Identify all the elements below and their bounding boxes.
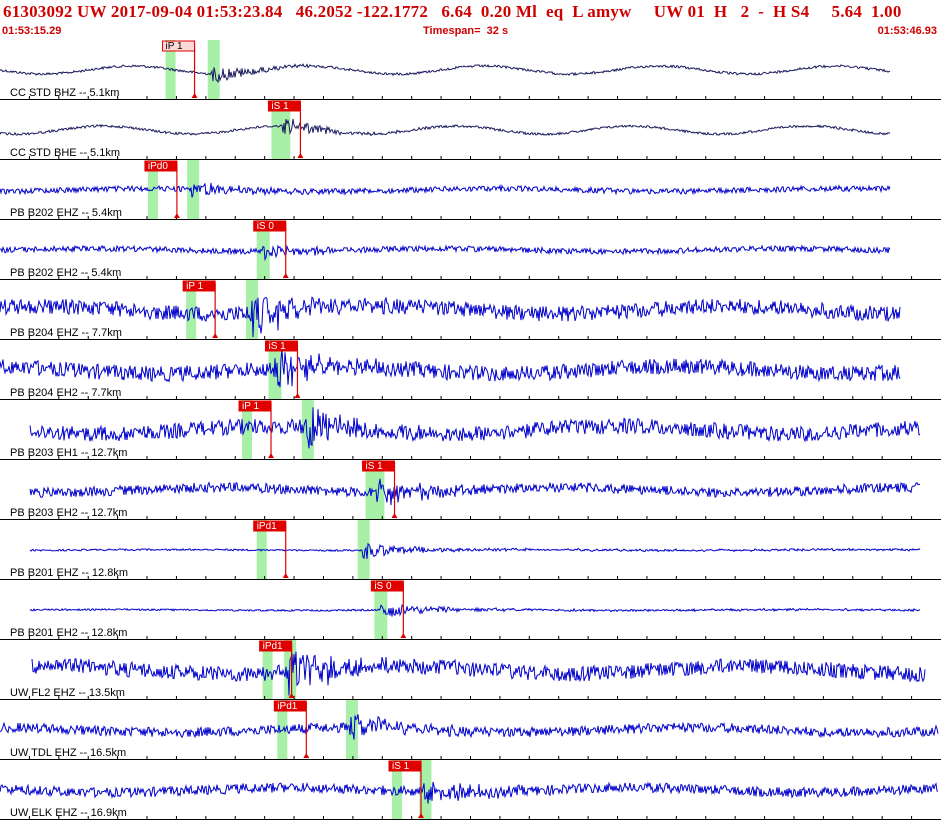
trace-label: CC STD BHE -- 5.1km xyxy=(10,147,120,159)
trace-row[interactable]: iS 1 CC STD BHE -- 5.1km xyxy=(0,100,941,160)
pick-label: iS 1 xyxy=(392,761,410,772)
trace-row[interactable]: iS 1 PB B203 EH2 -- 12.7km xyxy=(0,460,941,520)
pick-label: iPd1 xyxy=(277,701,297,712)
pick-label: iS 1 xyxy=(271,101,289,112)
trace-row[interactable]: iS 1 UW ELK EHZ -- 16.9km xyxy=(0,760,941,820)
trace-label: PB B202 EHZ -- 5.4km xyxy=(10,207,122,219)
start-time-label: 01:53:15.29 xyxy=(2,25,62,37)
pick-arrow-icon xyxy=(191,93,198,98)
trace-label: UW ELK EHZ -- 16.9km xyxy=(10,807,127,819)
end-time-label: 01:53:46.93 xyxy=(877,25,937,37)
trace-label: PB B202 EH2 -- 5.4km xyxy=(10,267,121,279)
trace-row[interactable]: iS 0 PB B201 EH2 -- 12.8km xyxy=(0,580,941,640)
pick-arrow-icon xyxy=(400,633,407,638)
trace-row[interactable]: iS 1 PB B204 EH2 -- 7.7km xyxy=(0,340,941,400)
waveform-line xyxy=(0,244,891,262)
pick-label: iS 1 xyxy=(366,461,384,472)
trace-label: PB B204 EHZ -- 7.7km xyxy=(10,327,122,339)
trace-row[interactable]: iPd1 PB B201 EHZ -- 12.8km xyxy=(0,520,941,580)
waveform-line xyxy=(29,542,921,560)
pick-arrow-icon xyxy=(391,513,398,518)
waveform-line xyxy=(0,349,901,388)
pick-arrow-icon xyxy=(282,273,289,278)
pick-arrow-icon xyxy=(294,393,301,398)
waveform-line xyxy=(0,118,891,137)
trace-row[interactable]: iS 0 PB B202 EH2 -- 5.4km xyxy=(0,220,941,280)
trace-row[interactable]: iP 1 CC STD BHZ -- 5.1km xyxy=(0,40,941,100)
trace-label: UW TDL EHZ -- 16.5km xyxy=(10,747,126,759)
waveform-line xyxy=(0,63,891,84)
trace-row[interactable]: iPd1 UW FL2 EHZ -- 13.5km xyxy=(0,640,941,700)
waveform-line xyxy=(0,296,901,338)
waveform-line xyxy=(0,781,939,804)
seismogram-panel[interactable]: iP 1 CC STD BHZ -- 5.1km iS 1 CC STD BHE --… xyxy=(0,40,941,820)
pick-label: iP 1 xyxy=(242,401,259,412)
trace-label: PB B203 EH2 -- 12.7km xyxy=(10,507,127,519)
waveform-line xyxy=(29,407,921,449)
pick-label: iP 1 xyxy=(186,281,203,292)
pick-label: iS 1 xyxy=(268,341,286,352)
pick-label: iS 0 xyxy=(374,581,392,592)
trace-row[interactable]: iPd1 UW TDL EHZ -- 16.5km xyxy=(0,700,941,760)
pick-label: iP 1 xyxy=(166,41,183,52)
pick-label: iPd0 xyxy=(148,161,168,172)
trace-label: PB B204 EH2 -- 7.7km xyxy=(10,387,121,399)
pick-arrow-icon xyxy=(282,573,289,578)
pick-label: iPd1 xyxy=(257,521,277,532)
pick-arrow-icon xyxy=(173,213,180,218)
timespan-label: Timespan= 32 s xyxy=(423,25,509,37)
trace-label: PB B201 EHZ -- 12.8km xyxy=(10,567,128,579)
trace-label: PB B203 EH1 -- 12.7km xyxy=(10,447,127,459)
pick-label: iPd1 xyxy=(263,641,283,652)
trace-label: UW FL2 EHZ -- 13.5km xyxy=(10,687,125,699)
pick-label: iS 0 xyxy=(257,221,275,232)
trace-row[interactable]: iPd0 PB B202 EHZ -- 5.4km xyxy=(0,160,941,220)
pick-arrow-icon xyxy=(297,153,304,158)
trace-row[interactable]: iP 1 PB B204 EHZ -- 7.7km xyxy=(0,280,941,340)
waveform-line xyxy=(29,604,921,617)
trace-label: CC STD BHZ -- 5.1km xyxy=(10,87,119,99)
waveform-line xyxy=(0,714,939,740)
pick-arrow-icon xyxy=(268,453,275,458)
event-summary-title: 61303092 UW 2017-09-04 01:53:23.84 46.20… xyxy=(3,2,902,21)
waveform-line xyxy=(29,478,921,506)
waveform-line xyxy=(31,651,926,696)
waveform-line xyxy=(0,182,891,198)
trace-row[interactable]: iP 1 PB B203 EH1 -- 12.7km xyxy=(0,400,941,460)
event-header: 61303092 UW 2017-09-04 01:53:23.84 46.20… xyxy=(0,0,941,40)
pick-arrow-icon xyxy=(212,333,219,338)
pick-arrow-icon xyxy=(303,753,310,758)
trace-label: PB B201 EH2 -- 12.8km xyxy=(10,627,127,639)
